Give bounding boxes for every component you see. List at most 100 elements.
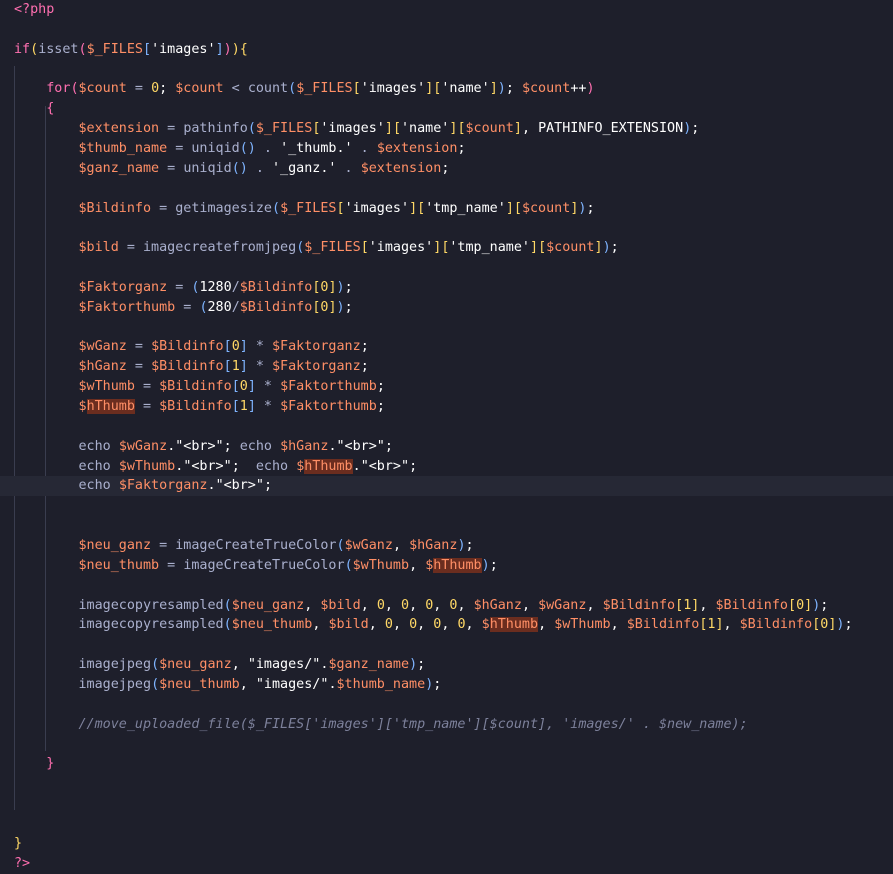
code-line[interactable]: if(isset($_FILES['images'])){ (0, 40, 893, 60)
code-token: $count (521, 81, 571, 97)
code-token: uniqid (183, 160, 232, 176)
code-token: ( (78, 41, 87, 57)
code-line[interactable] (0, 179, 893, 199)
code-line[interactable]: $extension = pathinfo($_FILES['images'][… (0, 119, 893, 139)
code-line[interactable]: <?php (0, 0, 893, 20)
code-line[interactable]: $wGanz = $Bildinfo[0] * $Faktorganz; (0, 337, 893, 357)
code-line[interactable]: echo $wThumb."<br>"; echo $hThumb."<br>"… (0, 457, 893, 477)
code-line[interactable]: //move_uploaded_file($_FILES['images']['… (0, 715, 893, 735)
code-line[interactable]: imagecopyresampled($neu_thumb, $bild, 0,… (0, 615, 893, 635)
code-line[interactable]: } (0, 754, 893, 774)
code-token: = (167, 279, 192, 295)
code-line-text: { (14, 99, 54, 119)
code-line[interactable]: $hGanz = $Bildinfo[1] * $Faktorganz; (0, 357, 893, 377)
code-line[interactable] (0, 496, 893, 516)
code-line[interactable]: imagecopyresampled($neu_ganz, $bild, 0, … (0, 596, 893, 616)
code-token: $ (78, 399, 87, 414)
code-token: [ (788, 597, 797, 613)
code-line[interactable] (0, 734, 893, 754)
code-line[interactable]: $thumb_name = uniqid() . '_thumb.' . $ex… (0, 139, 893, 159)
code-line[interactable] (0, 318, 893, 338)
code-line[interactable] (0, 635, 893, 655)
code-line[interactable]: echo $Faktorganz."<br>"; (0, 476, 893, 497)
code-line[interactable] (0, 218, 893, 238)
code-token: . (328, 438, 337, 454)
code-line-text: imagejpeg($neu_thumb, "images/".$thumb_n… (14, 675, 442, 695)
code-line[interactable] (0, 794, 893, 814)
code-line[interactable]: imagejpeg($neu_ganz, "images/".$ganz_nam… (0, 655, 893, 675)
code-token: = (126, 339, 152, 355)
code-editor[interactable]: <?php if(isset($_FILES['images'])){ for($… (0, 0, 893, 871)
code-token: [ (417, 200, 426, 216)
code-token: ] (489, 81, 498, 97)
code-token: 0 (409, 617, 418, 633)
code-line[interactable]: imagejpeg($neu_thumb, "images/".$thumb_n… (0, 675, 893, 695)
code-token: $Bildinfo (239, 299, 313, 315)
code-line[interactable]: $ganz_name = uniqid() . '_ganz.' . $exte… (0, 159, 893, 179)
code-token: $Faktorganz (272, 359, 361, 375)
code-token: , (610, 617, 627, 633)
code-line[interactable] (0, 576, 893, 596)
code-token: { (46, 101, 55, 117)
code-token: $extension (78, 121, 160, 137)
code-token: 0 (401, 597, 410, 613)
code-token: ] (505, 200, 514, 216)
code-token: "<br>" (175, 438, 224, 454)
code-line[interactable]: $bild = imagecreatefromjpeg($_FILES['ima… (0, 238, 893, 258)
code-token: echo (78, 458, 119, 474)
code-token: { (239, 41, 248, 57)
code-line[interactable]: ?> (0, 854, 893, 874)
code-token: ] (215, 41, 224, 57)
code-token: ] (530, 240, 539, 256)
code-token: , (304, 597, 321, 613)
code-token: ; (376, 399, 385, 414)
code-line[interactable] (0, 60, 893, 80)
code-token: <?php (14, 2, 55, 17)
code-token: , (417, 617, 434, 633)
code-token: ] (409, 200, 418, 216)
code-token: ] (384, 121, 393, 137)
code-token: ( (288, 81, 297, 97)
code-token: [ (231, 399, 240, 414)
code-token: isset (38, 41, 79, 57)
code-token: ; (505, 81, 522, 97)
code-line[interactable] (0, 695, 893, 715)
code-line[interactable]: $neu_thumb = imageCreateTrueColor($wThum… (0, 556, 893, 576)
code-token: imagecopyresampled (78, 617, 224, 633)
code-line[interactable]: $neu_ganz = imageCreateTrueColor($wGanz,… (0, 536, 893, 556)
code-line[interactable] (0, 774, 893, 794)
code-line[interactable] (0, 20, 893, 40)
code-token: $Bildinfo (715, 597, 788, 613)
code-token: [ (223, 339, 232, 355)
code-line[interactable] (0, 258, 893, 278)
code-token: $wThumb (78, 379, 135, 395)
code-line[interactable] (0, 516, 893, 536)
code-line[interactable] (0, 417, 893, 437)
code-line[interactable]: } (0, 834, 893, 854)
code-token: ] (239, 339, 248, 355)
code-token: $Faktorthumb (78, 299, 176, 315)
code-line[interactable] (0, 814, 893, 834)
code-token: ) (336, 299, 345, 315)
code-token: $neu_ganz (159, 657, 232, 673)
code-token: 'images' (344, 200, 410, 216)
code-token: '_thumb.' (280, 140, 353, 156)
code-line-text: if(isset($_FILES['images'])){ (14, 40, 248, 60)
code-token: = (159, 160, 184, 176)
code-line[interactable]: $hThumb = $Bildinfo[1] * $Faktorthumb; (0, 397, 893, 417)
code-token: $bild (78, 240, 119, 256)
code-line[interactable]: echo $wGanz."<br>"; echo $hGanz."<br>"; (0, 437, 893, 457)
code-line[interactable]: $Bildinfo = getimagesize($_FILES['images… (0, 199, 893, 219)
code-line[interactable]: for($count = 0; $count < count($_FILES['… (0, 79, 893, 99)
code-line[interactable]: $wThumb = $Bildinfo[0] * $Faktorthumb; (0, 377, 893, 397)
code-token: echo (255, 458, 297, 474)
code-line[interactable]: $Faktorganz = (1280/$Bildinfo[0]); (0, 278, 893, 298)
code-line[interactable]: { (0, 99, 893, 119)
code-token: 0 (239, 379, 248, 395)
code-token: = (126, 359, 152, 375)
code-line[interactable]: $Faktorthumb = (280/$Bildinfo[0]); (0, 298, 893, 318)
